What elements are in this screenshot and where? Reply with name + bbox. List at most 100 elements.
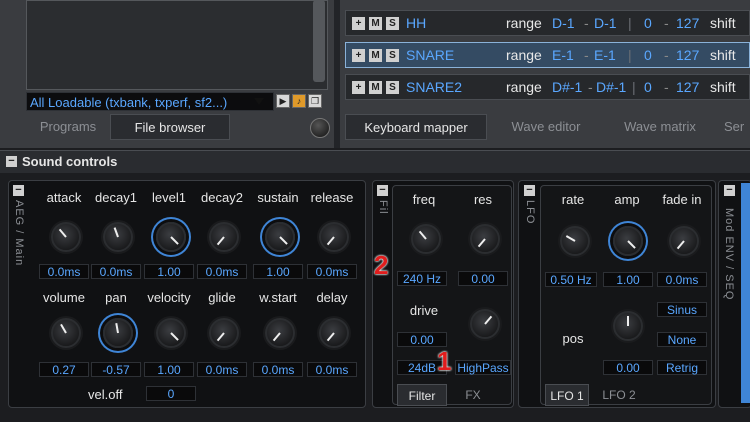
separator: |	[632, 79, 636, 95]
range-lo[interactable]: D-1	[552, 15, 575, 31]
aeg-param-value[interactable]: 0.0ms	[307, 264, 357, 279]
fadein-knob[interactable]	[669, 226, 699, 256]
mute-button[interactable]: M	[369, 81, 382, 94]
modenv-blue-bar[interactable]	[741, 183, 750, 403]
collapse-icon[interactable]: −	[377, 185, 388, 196]
tab-ser[interactable]: Ser	[724, 114, 750, 140]
collapse-icon[interactable]: −	[6, 156, 17, 167]
vel-hi[interactable]: 127	[676, 79, 699, 95]
collapse-icon[interactable]: −	[524, 185, 535, 196]
aeg-param-value[interactable]: 0.0ms	[253, 362, 303, 377]
aeg-knob[interactable]	[103, 318, 133, 348]
solo-button[interactable]: S	[386, 81, 399, 94]
tab-fx[interactable]: FX	[455, 384, 491, 406]
tab-keyboard-mapper[interactable]: Keyboard mapper	[345, 114, 487, 140]
range-hi[interactable]: E-1	[594, 47, 616, 63]
play-icon[interactable]: ▶	[276, 94, 290, 108]
zone-name[interactable]: SNARE2	[406, 79, 462, 95]
aeg-param-value[interactable]: 0.0ms	[197, 362, 247, 377]
tab-wave-matrix[interactable]: Wave matrix	[608, 114, 712, 140]
aeg-param-value[interactable]: 1.00	[144, 362, 194, 377]
copy-icon[interactable]: ❐	[308, 94, 322, 108]
res-value[interactable]: 0.00	[458, 271, 508, 286]
volume-knob[interactable]	[310, 118, 330, 138]
aeg-param-value[interactable]: 0.0ms	[307, 362, 357, 377]
collapse-icon[interactable]: −	[13, 185, 24, 196]
vel-hi[interactable]: 127	[676, 47, 699, 63]
aeg-param-label: glide	[208, 290, 236, 305]
aeg-param-value[interactable]: 1.00	[253, 264, 303, 279]
res-knob[interactable]	[470, 224, 500, 254]
aeg-knob[interactable]	[156, 318, 186, 348]
speaker-icon[interactable]: ♪	[292, 94, 306, 108]
vel-lo[interactable]: 0	[644, 15, 652, 31]
aeg-knob[interactable]	[265, 318, 295, 348]
aeg-param-value[interactable]: -0.57	[91, 362, 141, 377]
tab-wave-editor[interactable]: Wave editor	[498, 114, 594, 140]
file-type-dropdown[interactable]: All Loadable (txbank, txperf, sf2...)	[26, 92, 274, 111]
scrollbar[interactable]	[313, 0, 325, 82]
aeg-knob[interactable]	[103, 222, 133, 252]
retrig-select[interactable]: Retrig	[657, 360, 707, 375]
tab-filter[interactable]: Filter	[397, 384, 447, 406]
mapper-row-snare2[interactable]: + M S SNARE2 range D#-1 - D#-1 | 0 - 127…	[345, 74, 750, 100]
separator: |	[628, 15, 632, 31]
aeg-knob[interactable]	[319, 318, 349, 348]
aeg-param-value[interactable]: 0.0ms	[197, 264, 247, 279]
file-list[interactable]	[26, 0, 328, 90]
aeg-knob[interactable]	[265, 222, 295, 252]
collapse-icon[interactable]: −	[724, 185, 735, 196]
aeg-knob[interactable]	[319, 222, 349, 252]
aeg-param-value[interactable]: 0.27	[39, 362, 89, 377]
aeg-param-value[interactable]: 0.0ms	[39, 264, 89, 279]
lfo-none-select[interactable]: None	[657, 332, 707, 347]
rate-knob[interactable]	[560, 226, 590, 256]
expand-icon[interactable]: +	[352, 49, 365, 62]
range-hi[interactable]: D-1	[594, 15, 617, 31]
amp-knob[interactable]	[613, 226, 643, 256]
freq-knob[interactable]	[411, 224, 441, 254]
mapper-row-snare[interactable]: + M S SNARE range E-1 - E-1 | 0 - 127 sh…	[345, 42, 750, 68]
range-lo[interactable]: D#-1	[552, 79, 582, 95]
aeg-knob[interactable]	[156, 222, 186, 252]
mapper-row-hh[interactable]: + M S HH range D-1 - D-1 | 0 - 127 shift	[345, 10, 750, 36]
aeg-param-value[interactable]: 1.00	[144, 264, 194, 279]
aeg-param-value[interactable]: 0.0ms	[91, 264, 141, 279]
aeg-knob[interactable]	[209, 318, 239, 348]
aeg-knob[interactable]	[51, 222, 81, 252]
range-lo[interactable]: E-1	[552, 47, 574, 63]
vel-hi[interactable]: 127	[676, 15, 699, 31]
zone-name[interactable]: SNARE	[406, 47, 454, 63]
pos-value[interactable]: 0.00	[603, 360, 653, 375]
vel-lo[interactable]: 0	[644, 47, 652, 63]
veloff-label: vel.off	[88, 387, 123, 402]
mute-button[interactable]: M	[369, 17, 382, 30]
expand-icon[interactable]: +	[352, 17, 365, 30]
filter-type-select[interactable]: HighPass	[455, 360, 511, 375]
chevron-down-icon[interactable]	[254, 98, 264, 105]
zone-name[interactable]: HH	[406, 15, 426, 31]
fadein-value[interactable]: 0.0ms	[657, 272, 707, 287]
drive-knob[interactable]	[470, 309, 500, 339]
lfo-wave-select[interactable]: Sinus	[657, 302, 707, 317]
amp-value[interactable]: 1.00	[603, 272, 653, 287]
section-title: Sound controls	[22, 154, 118, 169]
drive-value[interactable]: 0.00	[397, 332, 447, 347]
tab-programs[interactable]: Programs	[26, 114, 110, 140]
tab-lfo1[interactable]: LFO 1	[545, 384, 589, 406]
solo-button[interactable]: S	[386, 17, 399, 30]
veloff-value[interactable]: 0	[146, 386, 196, 401]
pos-knob[interactable]	[613, 311, 643, 341]
expand-icon[interactable]: +	[352, 81, 365, 94]
mute-button[interactable]: M	[369, 49, 382, 62]
aeg-knob[interactable]	[209, 222, 239, 252]
tab-file-browser[interactable]: File browser	[110, 114, 230, 140]
solo-button[interactable]: S	[386, 49, 399, 62]
rate-value[interactable]: 0.50 Hz	[545, 272, 597, 287]
vel-lo[interactable]: 0	[644, 79, 652, 95]
res-label: res	[473, 192, 493, 207]
aeg-knob[interactable]	[51, 318, 81, 348]
tab-lfo2[interactable]: LFO 2	[597, 384, 641, 406]
range-hi[interactable]: D#-1	[596, 79, 626, 95]
freq-value[interactable]: 240 Hz	[397, 271, 447, 286]
